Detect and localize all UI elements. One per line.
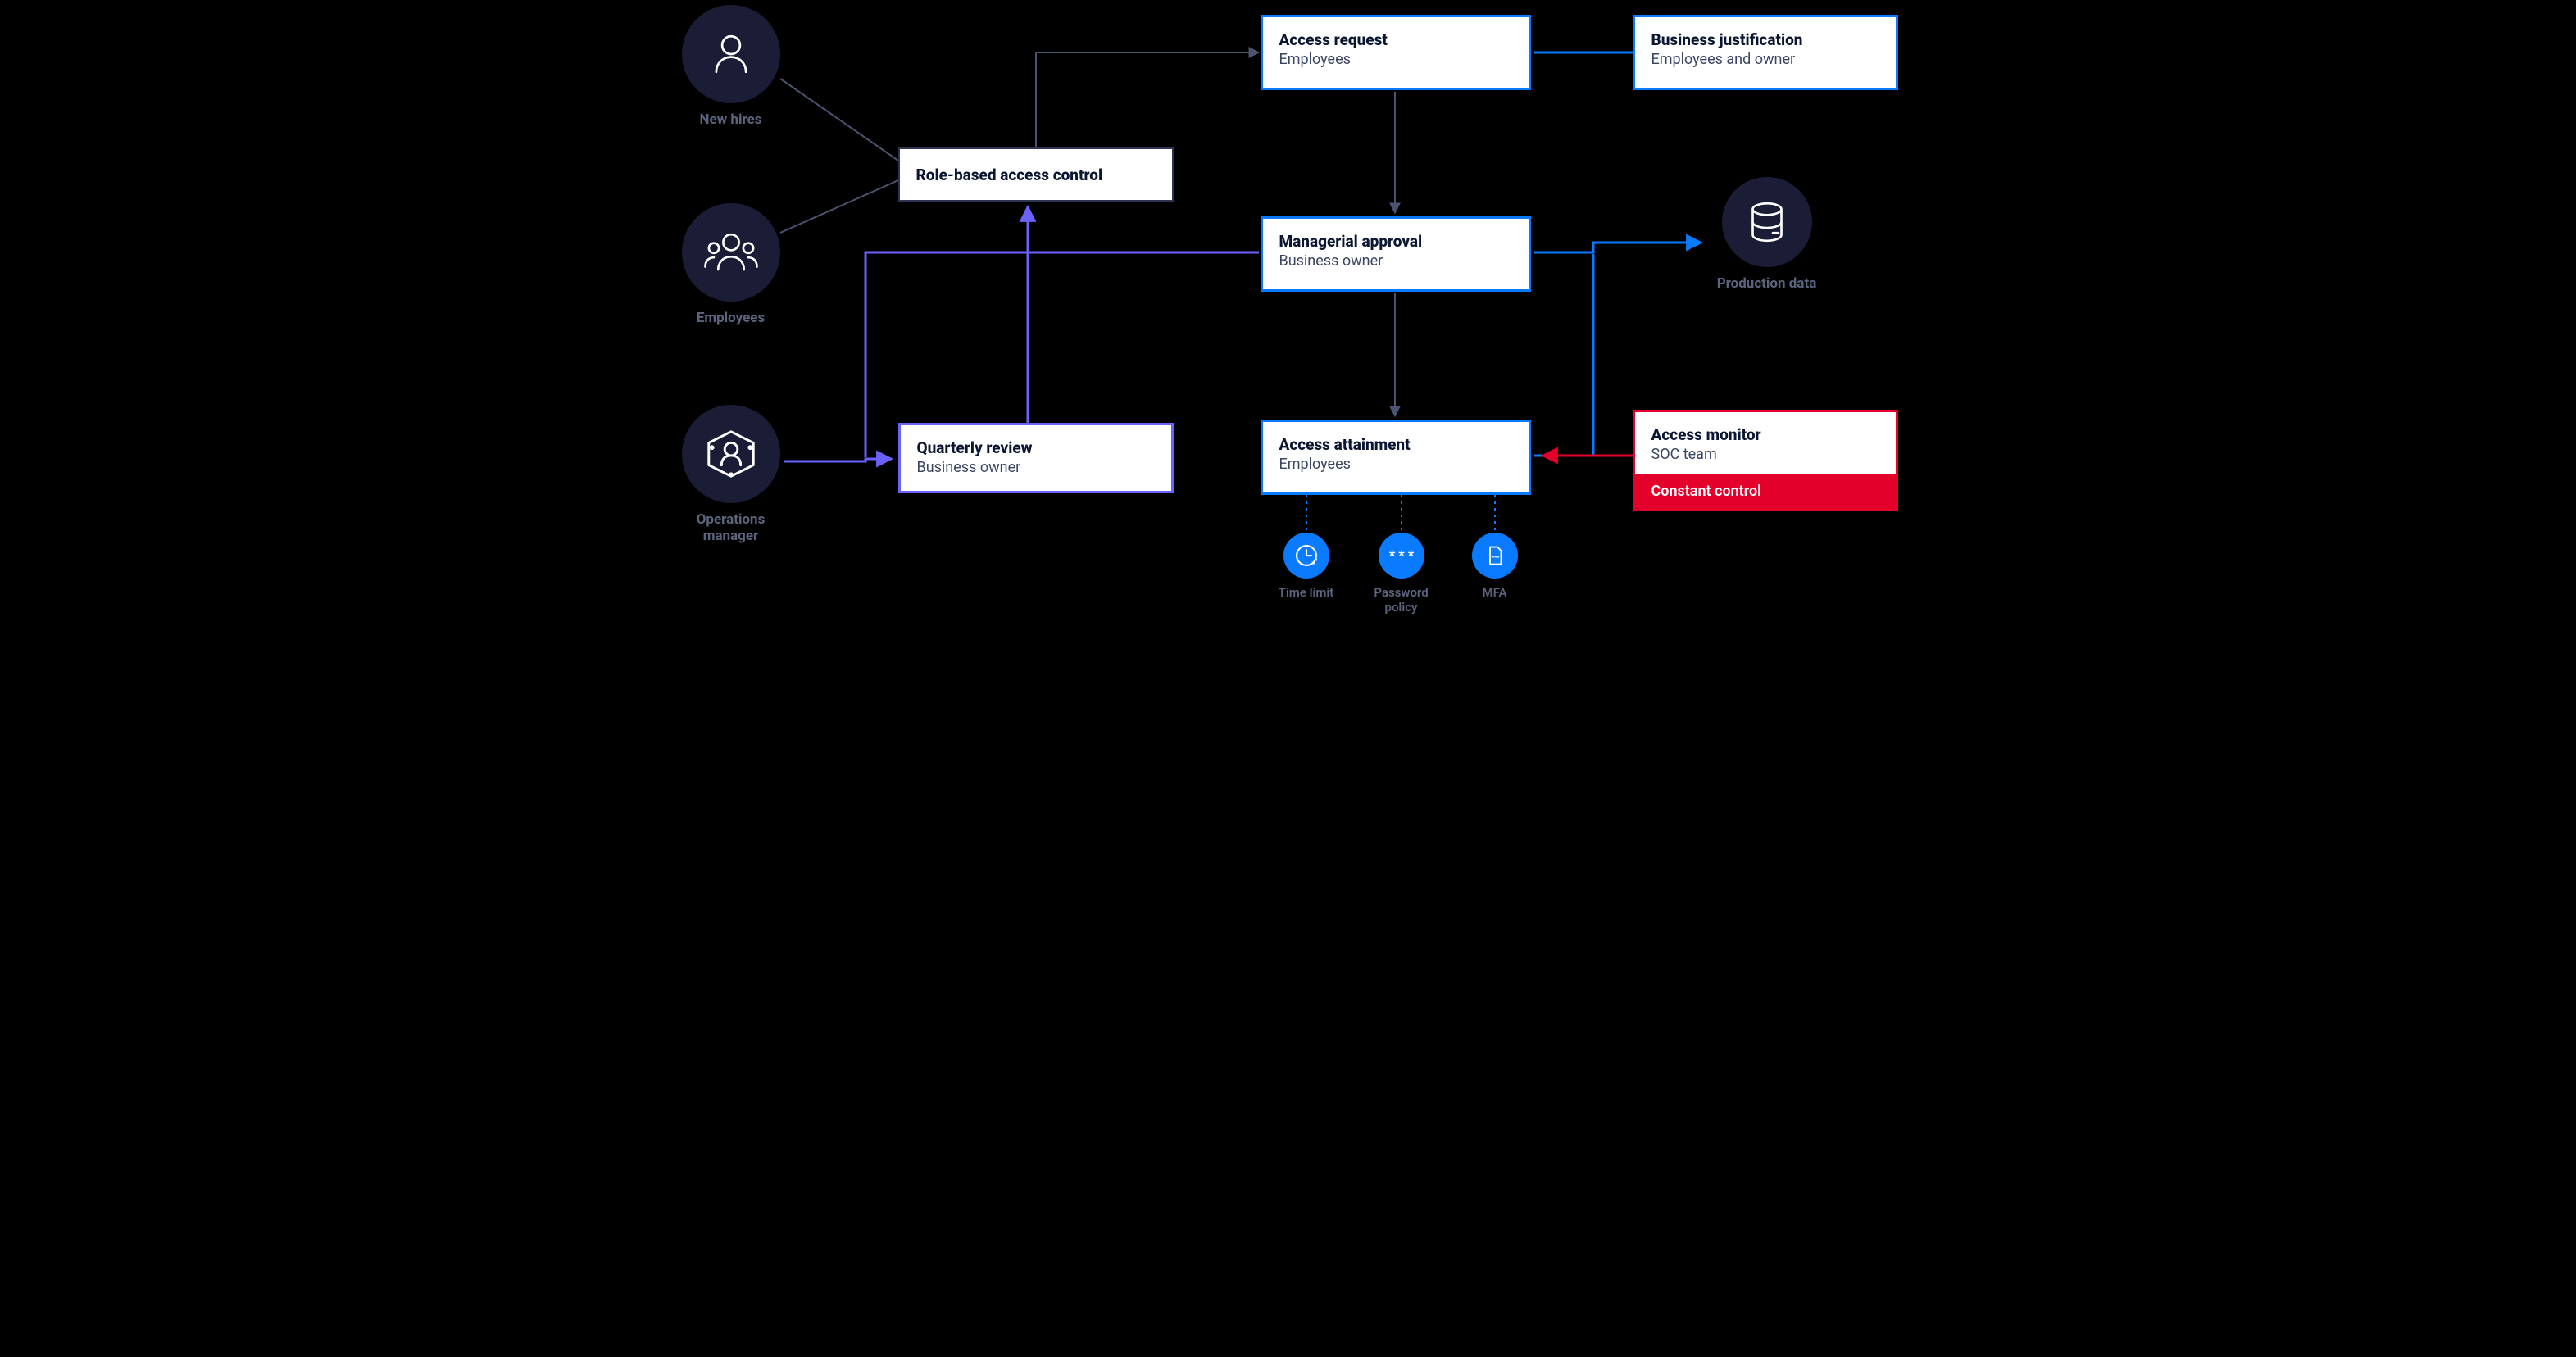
label: Time limit	[1257, 585, 1356, 600]
bubble	[682, 203, 780, 302]
bubble	[1722, 177, 1812, 267]
box-quarterly-review: Quarterly review Business owner	[898, 423, 1174, 493]
subtitle: SOC team	[1651, 446, 1879, 463]
box-business-justification: Business justification Employees and own…	[1633, 15, 1898, 90]
title: Role-based access control	[916, 166, 1103, 184]
group-icon	[701, 229, 761, 275]
box-access-monitor: Access monitor SOC team Constant control	[1633, 410, 1898, 511]
subtitle: Employees and owner	[1651, 51, 1879, 68]
constant-control-bar: Constant control	[1635, 474, 1896, 508]
svg-text:* * *: * * *	[1388, 548, 1414, 563]
actor-operations-manager: Operationsmanager	[682, 405, 780, 544]
label: Passwordpolicy	[1352, 585, 1451, 615]
bubble	[682, 5, 780, 103]
mfa-doc-icon: ***	[1483, 543, 1507, 568]
title: Business justification	[1651, 30, 1879, 49]
title: Access request	[1279, 30, 1512, 49]
label: Operationsmanager	[682, 511, 780, 544]
title: Quarterly review	[917, 438, 1155, 457]
label: MFA	[1446, 585, 1544, 600]
title: Access attainment	[1279, 435, 1512, 454]
title: Access monitor	[1651, 425, 1879, 444]
box-access-request: Access request Employees	[1261, 15, 1531, 90]
ops-hex-icon	[702, 425, 760, 483]
label: Employees	[682, 310, 780, 326]
subtitle: Business owner	[917, 459, 1155, 476]
box-managerial-approval: Managerial approval Business owner	[1261, 216, 1531, 292]
actor-employees: Employees	[682, 203, 780, 326]
bubble	[1283, 533, 1329, 579]
box-rbac: Role-based access control	[898, 148, 1174, 202]
subtitle: Employees	[1279, 51, 1512, 68]
control-time-limit: Time limit	[1257, 533, 1356, 600]
access-control-diagram: New hires Employees Operationsmanager	[669, 0, 1908, 652]
bubble	[682, 405, 780, 503]
label: Production data	[1710, 275, 1824, 292]
title: Managerial approval	[1279, 232, 1512, 251]
actor-production-data: Production data	[1710, 177, 1824, 292]
bubble: * * *	[1379, 533, 1424, 579]
svg-text:***: ***	[1492, 555, 1500, 561]
bubble: ***	[1472, 533, 1518, 579]
label: New hires	[682, 111, 780, 128]
subtitle: Business owner	[1279, 252, 1512, 270]
person-icon	[707, 30, 755, 78]
actor-new-hires: New hires	[682, 5, 780, 128]
database-icon	[1744, 199, 1790, 245]
control-password-policy: * * * Passwordpolicy	[1352, 533, 1451, 615]
subtitle: Employees	[1279, 456, 1512, 473]
control-mfa: *** MFA	[1446, 533, 1544, 600]
asterisks-icon: * * *	[1387, 548, 1416, 563]
box-access-attainment: Access attainment Employees	[1261, 420, 1531, 495]
clock-icon	[1293, 542, 1320, 570]
